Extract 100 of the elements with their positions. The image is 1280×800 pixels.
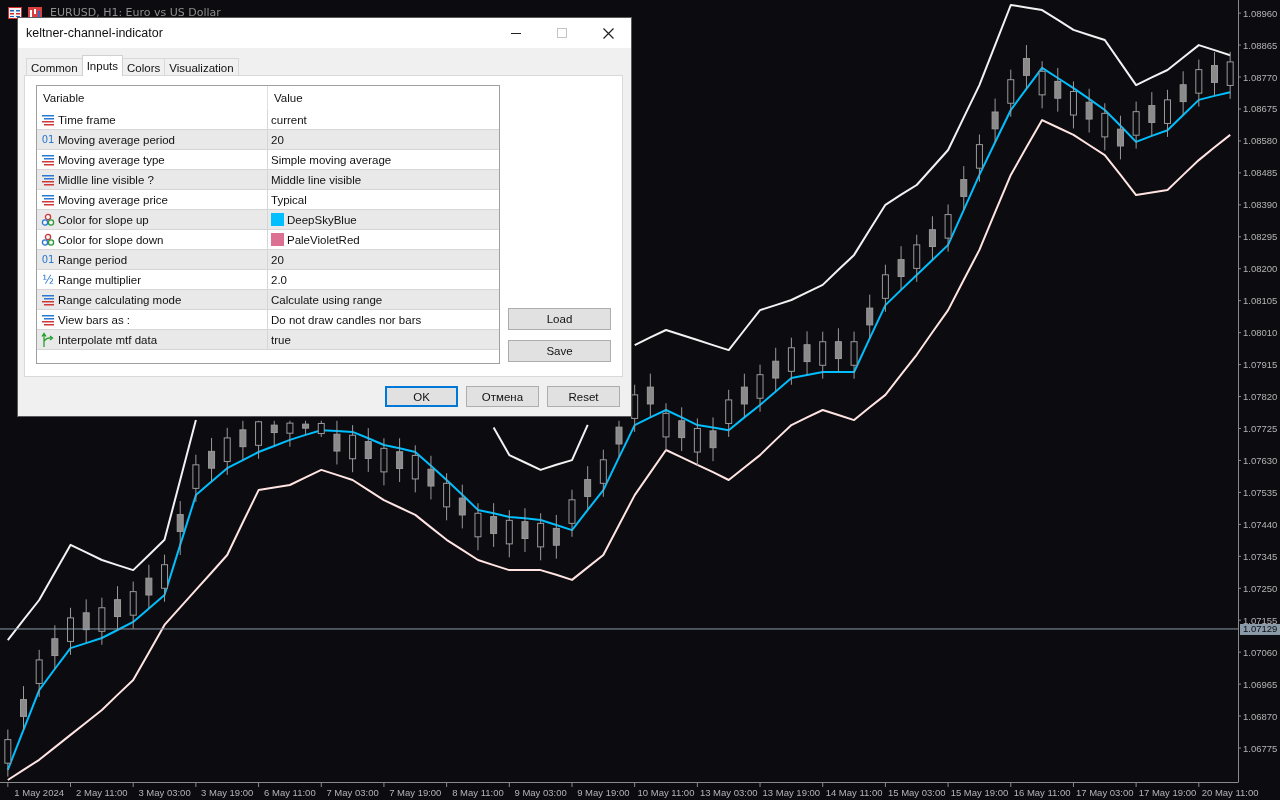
candle <box>223 427 231 476</box>
variable-value[interactable]: true <box>271 333 291 346</box>
dialog-button[interactable]: Save <box>508 340 611 362</box>
candle <box>145 564 153 609</box>
variable-value[interactable]: Typical <box>271 193 307 206</box>
fraction-icon: ½ <box>41 273 55 286</box>
variable-name: Range multiplier <box>58 273 142 286</box>
variable-value[interactable]: Do not draw candles nor bars <box>271 313 422 326</box>
variable-name: Interpolate mtf data <box>58 333 158 346</box>
candle <box>67 607 74 656</box>
variable-name: Moving average price <box>58 193 168 206</box>
price-label: 1.07915 <box>1243 359 1278 371</box>
candle <box>787 337 795 386</box>
variable-value[interactable]: 2.0 <box>271 273 287 286</box>
price-label: 1.07725 <box>1243 423 1278 434</box>
dialog-button[interactable]: OK <box>385 386 458 407</box>
candle <box>505 509 513 558</box>
candle <box>1038 60 1046 109</box>
candle <box>82 598 90 644</box>
candle <box>1226 51 1234 100</box>
list-icon[interactable] <box>8 6 22 19</box>
dialog-button[interactable]: Load <box>508 308 611 330</box>
price-label: 1.08010 <box>1243 327 1278 339</box>
time-label: 9 May 19:00 <box>577 787 630 798</box>
price-label: 1.07345 <box>1243 550 1278 562</box>
price-label: 1.08580 <box>1243 135 1278 147</box>
candle <box>35 649 43 698</box>
variable-value[interactable]: Middle line visible <box>271 173 362 186</box>
tab[interactable]: Inputs <box>81 55 123 76</box>
variable-value[interactable]: Calculate using range <box>271 293 383 306</box>
price-label: 1.08295 <box>1243 231 1278 243</box>
variable-value[interactable]: DeepSkyBlue <box>287 213 357 226</box>
price-label: 1.08675 <box>1243 103 1278 115</box>
variable-name: Midlle line visible ? <box>58 173 154 186</box>
candle <box>740 373 748 418</box>
time-label: 3 May 19:00 <box>201 787 254 798</box>
candle <box>928 215 936 261</box>
candle <box>427 455 435 500</box>
price-label: 1.07060 <box>1243 646 1278 658</box>
candle <box>772 347 780 392</box>
column-header[interactable]: Variable <box>37 86 267 110</box>
candle <box>1132 101 1140 150</box>
current-price-label: 1.07129 <box>1240 623 1280 635</box>
price-label: 1.06775 <box>1243 742 1278 754</box>
time-label: 3 May 03:00 <box>138 787 191 798</box>
candle <box>380 437 388 486</box>
candle <box>1101 102 1109 151</box>
candle <box>944 204 952 253</box>
maximize-icon <box>557 28 567 38</box>
time-label: 13 May 03:00 <box>699 787 758 798</box>
variable-name: View bars as : <box>58 313 130 326</box>
tab[interactable]: Visualization <box>164 58 239 76</box>
time-label: 10 May 11:00 <box>637 787 695 798</box>
candle <box>850 331 858 380</box>
candle <box>1179 70 1187 116</box>
variable-name: Time frame <box>58 113 116 126</box>
candle <box>192 454 200 503</box>
variable-name: Moving average period <box>58 133 175 146</box>
dialog-button[interactable]: Отмена <box>466 386 539 407</box>
candle <box>349 424 357 473</box>
integer-icon: 01 <box>41 133 55 146</box>
time-label: 8 May 11:00 <box>452 787 504 798</box>
branch-arrow-icon <box>41 331 55 348</box>
variable-name: Color for slope down <box>58 233 164 246</box>
candle <box>599 449 607 498</box>
candle <box>129 581 137 630</box>
minimize-icon[interactable] <box>511 32 521 34</box>
price-label: 1.08865 <box>1243 39 1278 51</box>
time-label: 7 May 19:00 <box>389 787 442 798</box>
variable-value[interactable]: Simple moving average <box>271 153 392 166</box>
dialog-button[interactable]: Reset <box>547 386 620 407</box>
candle <box>1007 69 1015 118</box>
candle <box>20 685 27 731</box>
time-label: 13 May 19:00 <box>762 787 821 798</box>
variable-value[interactable]: 20 <box>271 133 284 146</box>
candle <box>98 597 106 646</box>
tab[interactable]: Common <box>26 58 83 76</box>
candle <box>4 729 12 778</box>
close-icon[interactable] <box>602 27 614 39</box>
variable-value[interactable]: 20 <box>271 253 284 266</box>
variable-value[interactable]: current <box>271 113 307 126</box>
list-icon <box>41 312 55 327</box>
price-label: 1.07155 <box>1243 614 1278 626</box>
candle <box>819 331 827 380</box>
price-label: 1.06965 <box>1243 678 1278 690</box>
candle <box>1116 115 1124 160</box>
time-label: 9 May 03:00 <box>514 787 567 798</box>
candle <box>897 245 905 291</box>
candle <box>991 98 999 143</box>
candle <box>756 364 764 413</box>
price-label: 1.08770 <box>1243 71 1278 83</box>
candle <box>1195 59 1203 108</box>
candle <box>568 489 576 538</box>
price-label: 1.08200 <box>1243 263 1278 275</box>
candle <box>396 437 404 483</box>
variable-value[interactable]: PaleVioletRed <box>287 233 360 246</box>
candle <box>1069 80 1077 129</box>
time-label: 2 May 11:00 <box>76 787 128 798</box>
chart-title: EURUSD, H1: Euro vs US Dollar <box>50 6 221 19</box>
time-label: 14 May 11:00 <box>825 787 883 798</box>
